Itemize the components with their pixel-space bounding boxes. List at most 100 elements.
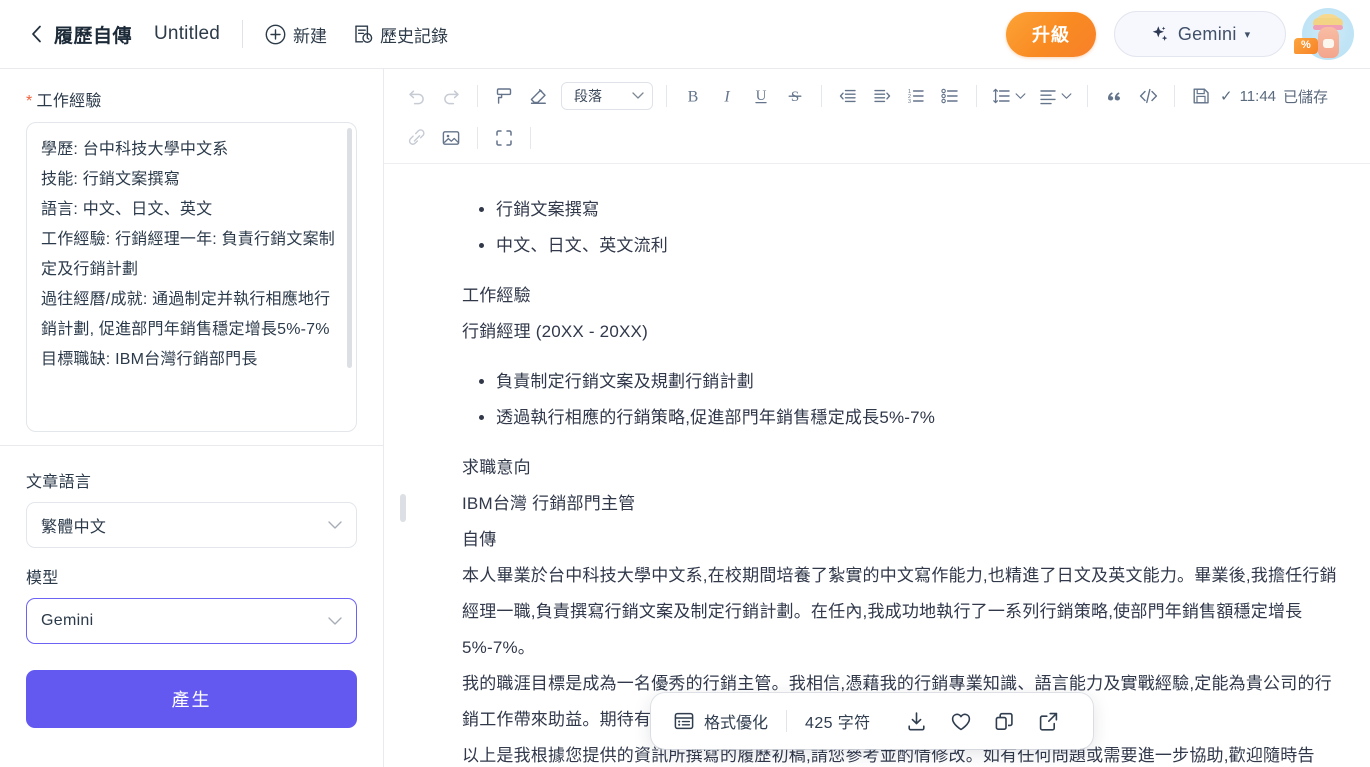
italic-button[interactable]: I [710, 79, 744, 113]
format-painter-icon [496, 88, 512, 104]
toolbar-row-2 [400, 117, 1356, 159]
model-label: 模型 [26, 570, 59, 587]
list-item: 負責制定行銷文案及規劃行銷計劃 [496, 364, 1340, 400]
unordered-list-icon [941, 88, 958, 104]
app-body: * 工作經驗 學歷: 台中科技大學中文系 技能: 行銷文案撰寫 語言: 中文、日文… [0, 69, 1370, 767]
upgrade-button[interactable]: 升級 [1006, 11, 1096, 57]
toolbar-divider [530, 127, 531, 149]
favorite-button[interactable] [939, 701, 983, 741]
redo-button[interactable] [434, 79, 468, 113]
work-experience-input[interactable]: 學歷: 台中科技大學中文系 技能: 行銷文案撰寫 語言: 中文、日文、英文 工作… [26, 122, 357, 432]
line-height-icon [993, 88, 1010, 104]
undo-icon [409, 90, 424, 105]
quote-icon [1108, 92, 1120, 101]
document-scrollbar[interactable] [400, 494, 406, 522]
code-button[interactable] [1131, 79, 1165, 113]
document-title[interactable]: Untitled [154, 23, 220, 45]
format-painter-button[interactable] [487, 79, 521, 113]
save-button[interactable] [1184, 79, 1218, 113]
clear-format-button[interactable] [521, 79, 555, 113]
unordered-list-button[interactable] [933, 79, 967, 113]
toolbar-row-1: 段落 B I U S 1 2 3 ✓ 11:44 已儲存 [400, 75, 1356, 117]
strikethrough-icon: S [788, 89, 802, 105]
save-check-icon: ✓ [1220, 88, 1233, 105]
work-experience-label-text: 工作經驗 [36, 93, 102, 110]
language-label: 文章語言 [26, 474, 92, 491]
model-select[interactable]: Gemini [26, 598, 357, 644]
ordered-list-button[interactable]: 1 2 3 [899, 79, 933, 113]
bold-icon: B [688, 89, 699, 106]
format-optimize-button[interactable]: 格式優化 [673, 709, 768, 733]
italic-icon: I [723, 89, 730, 106]
export-button[interactable] [1027, 701, 1071, 741]
toolbar-divider [1174, 85, 1175, 107]
document-content[interactable]: 行銷文案撰寫 中文、日文、英文流利 工作經驗 行銷經理 (20XX - 20XX… [384, 164, 1370, 767]
chevron-left-icon [31, 25, 41, 43]
language-select[interactable]: 繁體中文 [26, 502, 357, 548]
work-section-title: 工作經驗 [462, 286, 531, 305]
bold-button[interactable]: B [676, 79, 710, 113]
document-type: 履歷自傳 [54, 25, 133, 47]
avatar-mask [1323, 39, 1334, 48]
redo-icon [444, 90, 459, 105]
bio-section-title: 自傳 [462, 530, 497, 549]
history-label: 歷史記錄 [380, 26, 449, 46]
download-button[interactable] [895, 701, 939, 741]
copy-button[interactable] [983, 701, 1027, 741]
svg-text:U: U [756, 88, 767, 104]
work-duties-list: 負責制定行銷文案及規劃行銷計劃 透過執行相應的行銷策略,促進部門年銷售穩定成長5… [462, 364, 1340, 436]
document-action-bar: 格式優化 425 字符 [651, 693, 1093, 749]
document-scroll-area: 行銷文案撰寫 中文、日文、英文流利 工作經驗 行銷經理 (20XX - 20XX… [384, 164, 1370, 767]
bio-paragraph-1: 本人畢業於台中科技大學中文系,在校期間培養了紮實的中文寫作能力,也精進了日文及英… [462, 566, 1337, 657]
save-status[interactable]: ✓ 11:44 已儲存 [1220, 86, 1328, 107]
paragraph-style-select[interactable]: 段落 [561, 82, 653, 110]
form-sidebar: * 工作經驗 學歷: 台中科技大學中文系 技能: 行銷文案撰寫 語言: 中文、日文… [0, 69, 384, 767]
code-icon [1139, 88, 1157, 104]
avatar[interactable]: % [1294, 8, 1354, 60]
chevron-down-icon [632, 92, 644, 99]
undo-button[interactable] [400, 79, 434, 113]
work-experience-label: * 工作經驗 [26, 87, 357, 111]
format-optimize-label: 格式優化 [704, 715, 769, 732]
history-document-icon [355, 25, 373, 44]
strikethrough-button[interactable]: S [778, 79, 812, 113]
generate-button[interactable]: 產生 [26, 670, 357, 728]
floatbar-icon-group [895, 701, 1071, 741]
model-value: Gemini [41, 612, 94, 629]
floatbar-divider [786, 710, 788, 732]
app-root: 履歷自傳 Untitled 新建 歷史記錄 升級 Gemini ▾ % * 工作… [0, 0, 1370, 767]
model-selector-pill[interactable]: Gemini ▾ [1114, 11, 1286, 57]
image-icon [442, 131, 460, 145]
indent-button[interactable] [865, 79, 899, 113]
insert-image-button[interactable] [434, 121, 468, 155]
save-disk-icon [1193, 88, 1209, 104]
toolbar-divider [1087, 85, 1088, 107]
align-button[interactable] [1032, 79, 1078, 113]
paragraph-style-value: 段落 [574, 88, 602, 104]
outdent-icon [839, 89, 856, 103]
outdent-button[interactable] [831, 79, 865, 113]
line-height-button[interactable] [986, 79, 1032, 113]
link-button[interactable] [400, 121, 434, 155]
model-pill-label: Gemini [1177, 23, 1237, 44]
goal-section-value: IBM台灣 行銷部門主管 [462, 494, 636, 513]
new-document-label: 新建 [293, 26, 328, 46]
back-button[interactable] [26, 23, 46, 45]
new-document-button[interactable]: 新建 [265, 22, 327, 47]
quote-button[interactable] [1097, 79, 1131, 113]
header-divider [242, 20, 244, 48]
list-item: 中文、日文、英文流利 [496, 228, 1340, 264]
work-experience-scrollbar[interactable] [347, 128, 352, 368]
svg-text:S: S [791, 89, 799, 105]
underline-button[interactable]: U [744, 79, 778, 113]
sidebar-options: 文章語言 繁體中文 模型 Gemini 產生 [0, 446, 383, 728]
copy-icon [995, 712, 1013, 730]
sparkle-icon [1152, 26, 1168, 41]
list-item: 行銷文案撰寫 [496, 192, 1340, 228]
fullscreen-button[interactable] [487, 121, 521, 155]
toolbar-divider [477, 85, 478, 107]
goal-section-title: 求職意向 [462, 458, 531, 477]
chevron-down-icon [1061, 92, 1072, 99]
history-button[interactable]: 歷史記錄 [353, 22, 448, 47]
